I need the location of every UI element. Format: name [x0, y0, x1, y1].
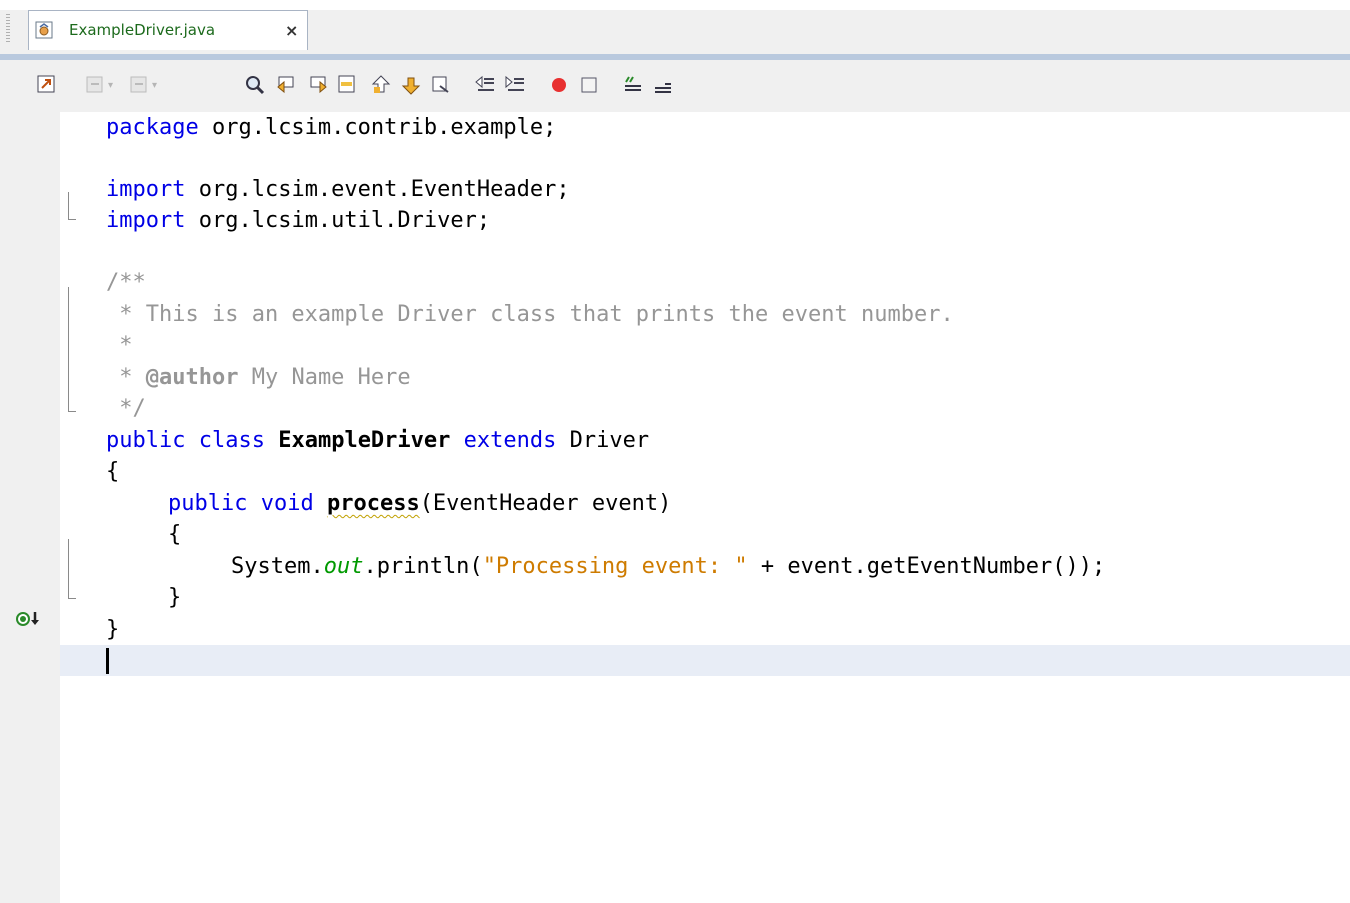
code-line-4: import org.lcsim.util.Driver;: [106, 208, 491, 233]
editor-gutter[interactable]: [0, 112, 75, 903]
find-next-icon[interactable]: [306, 74, 328, 96]
code-line-1: package org.lcsim.contrib.example;: [106, 115, 557, 140]
code-line-8: *: [106, 333, 133, 358]
code-line-16: }: [168, 585, 182, 610]
uncomment-icon[interactable]: [652, 74, 674, 96]
find-previous-icon[interactable]: [276, 74, 298, 96]
fold-guide-end: [68, 598, 76, 599]
close-tab-icon[interactable]: ×: [285, 21, 298, 40]
code-line-12: {: [106, 459, 120, 484]
toggle-highlight-icon[interactable]: [336, 74, 358, 96]
toggle-bookmark-icon[interactable]: [430, 74, 452, 96]
fold-guide: [68, 287, 69, 412]
fold-guide: [68, 539, 69, 599]
forward-icon[interactable]: [128, 74, 150, 96]
last-edit-icon[interactable]: [36, 74, 58, 96]
comment-icon[interactable]: [622, 74, 644, 96]
forward-dropdown-icon[interactable]: ▾: [152, 80, 157, 91]
java-file-icon: [35, 21, 53, 39]
fold-guide: [68, 192, 69, 220]
text-caret: [106, 648, 109, 674]
code-line-7: * This is an example Driver class that p…: [106, 302, 954, 327]
code-line-14: {: [168, 522, 182, 547]
current-line-highlight: [60, 645, 1350, 676]
tab-strip-grip[interactable]: [6, 14, 10, 44]
editor-toolbar: ▾ ▾: [0, 60, 1350, 112]
code-line-17: }: [106, 617, 120, 642]
code-line-6: /**: [106, 270, 146, 295]
editor-tab-strip: ExampleDriver.java ×: [0, 0, 1350, 60]
tab-label: ExampleDriver.java: [69, 21, 216, 39]
previous-bookmark-icon[interactable]: [370, 74, 392, 96]
fold-guide-end: [68, 219, 76, 220]
method-breakpoint-icon[interactable]: [16, 609, 42, 633]
code-editor[interactable]: package org.lcsim.contrib.example; impor…: [60, 112, 1350, 903]
code-line-11: public class ExampleDriver extends Drive…: [106, 428, 650, 453]
shift-right-icon[interactable]: [504, 74, 526, 96]
code-line-9: * @author My Name Here: [106, 365, 411, 390]
tab-exampledriver[interactable]: ExampleDriver.java ×: [28, 10, 308, 50]
find-selection-icon[interactable]: [244, 74, 266, 96]
stop-macro-icon[interactable]: [578, 74, 600, 96]
shift-left-icon[interactable]: [474, 74, 496, 96]
code-line-13: public void process(EventHeader event): [168, 491, 672, 516]
start-macro-icon[interactable]: [548, 74, 570, 96]
code-line-10: */: [106, 396, 146, 421]
back-icon[interactable]: [84, 74, 106, 96]
next-bookmark-icon[interactable]: [400, 74, 422, 96]
fold-guide-end: [68, 411, 76, 412]
code-line-15: System.out.println("Processing event: " …: [231, 554, 1106, 579]
back-dropdown-icon[interactable]: ▾: [108, 80, 113, 91]
code-line-3: import org.lcsim.event.EventHeader;: [106, 177, 570, 202]
